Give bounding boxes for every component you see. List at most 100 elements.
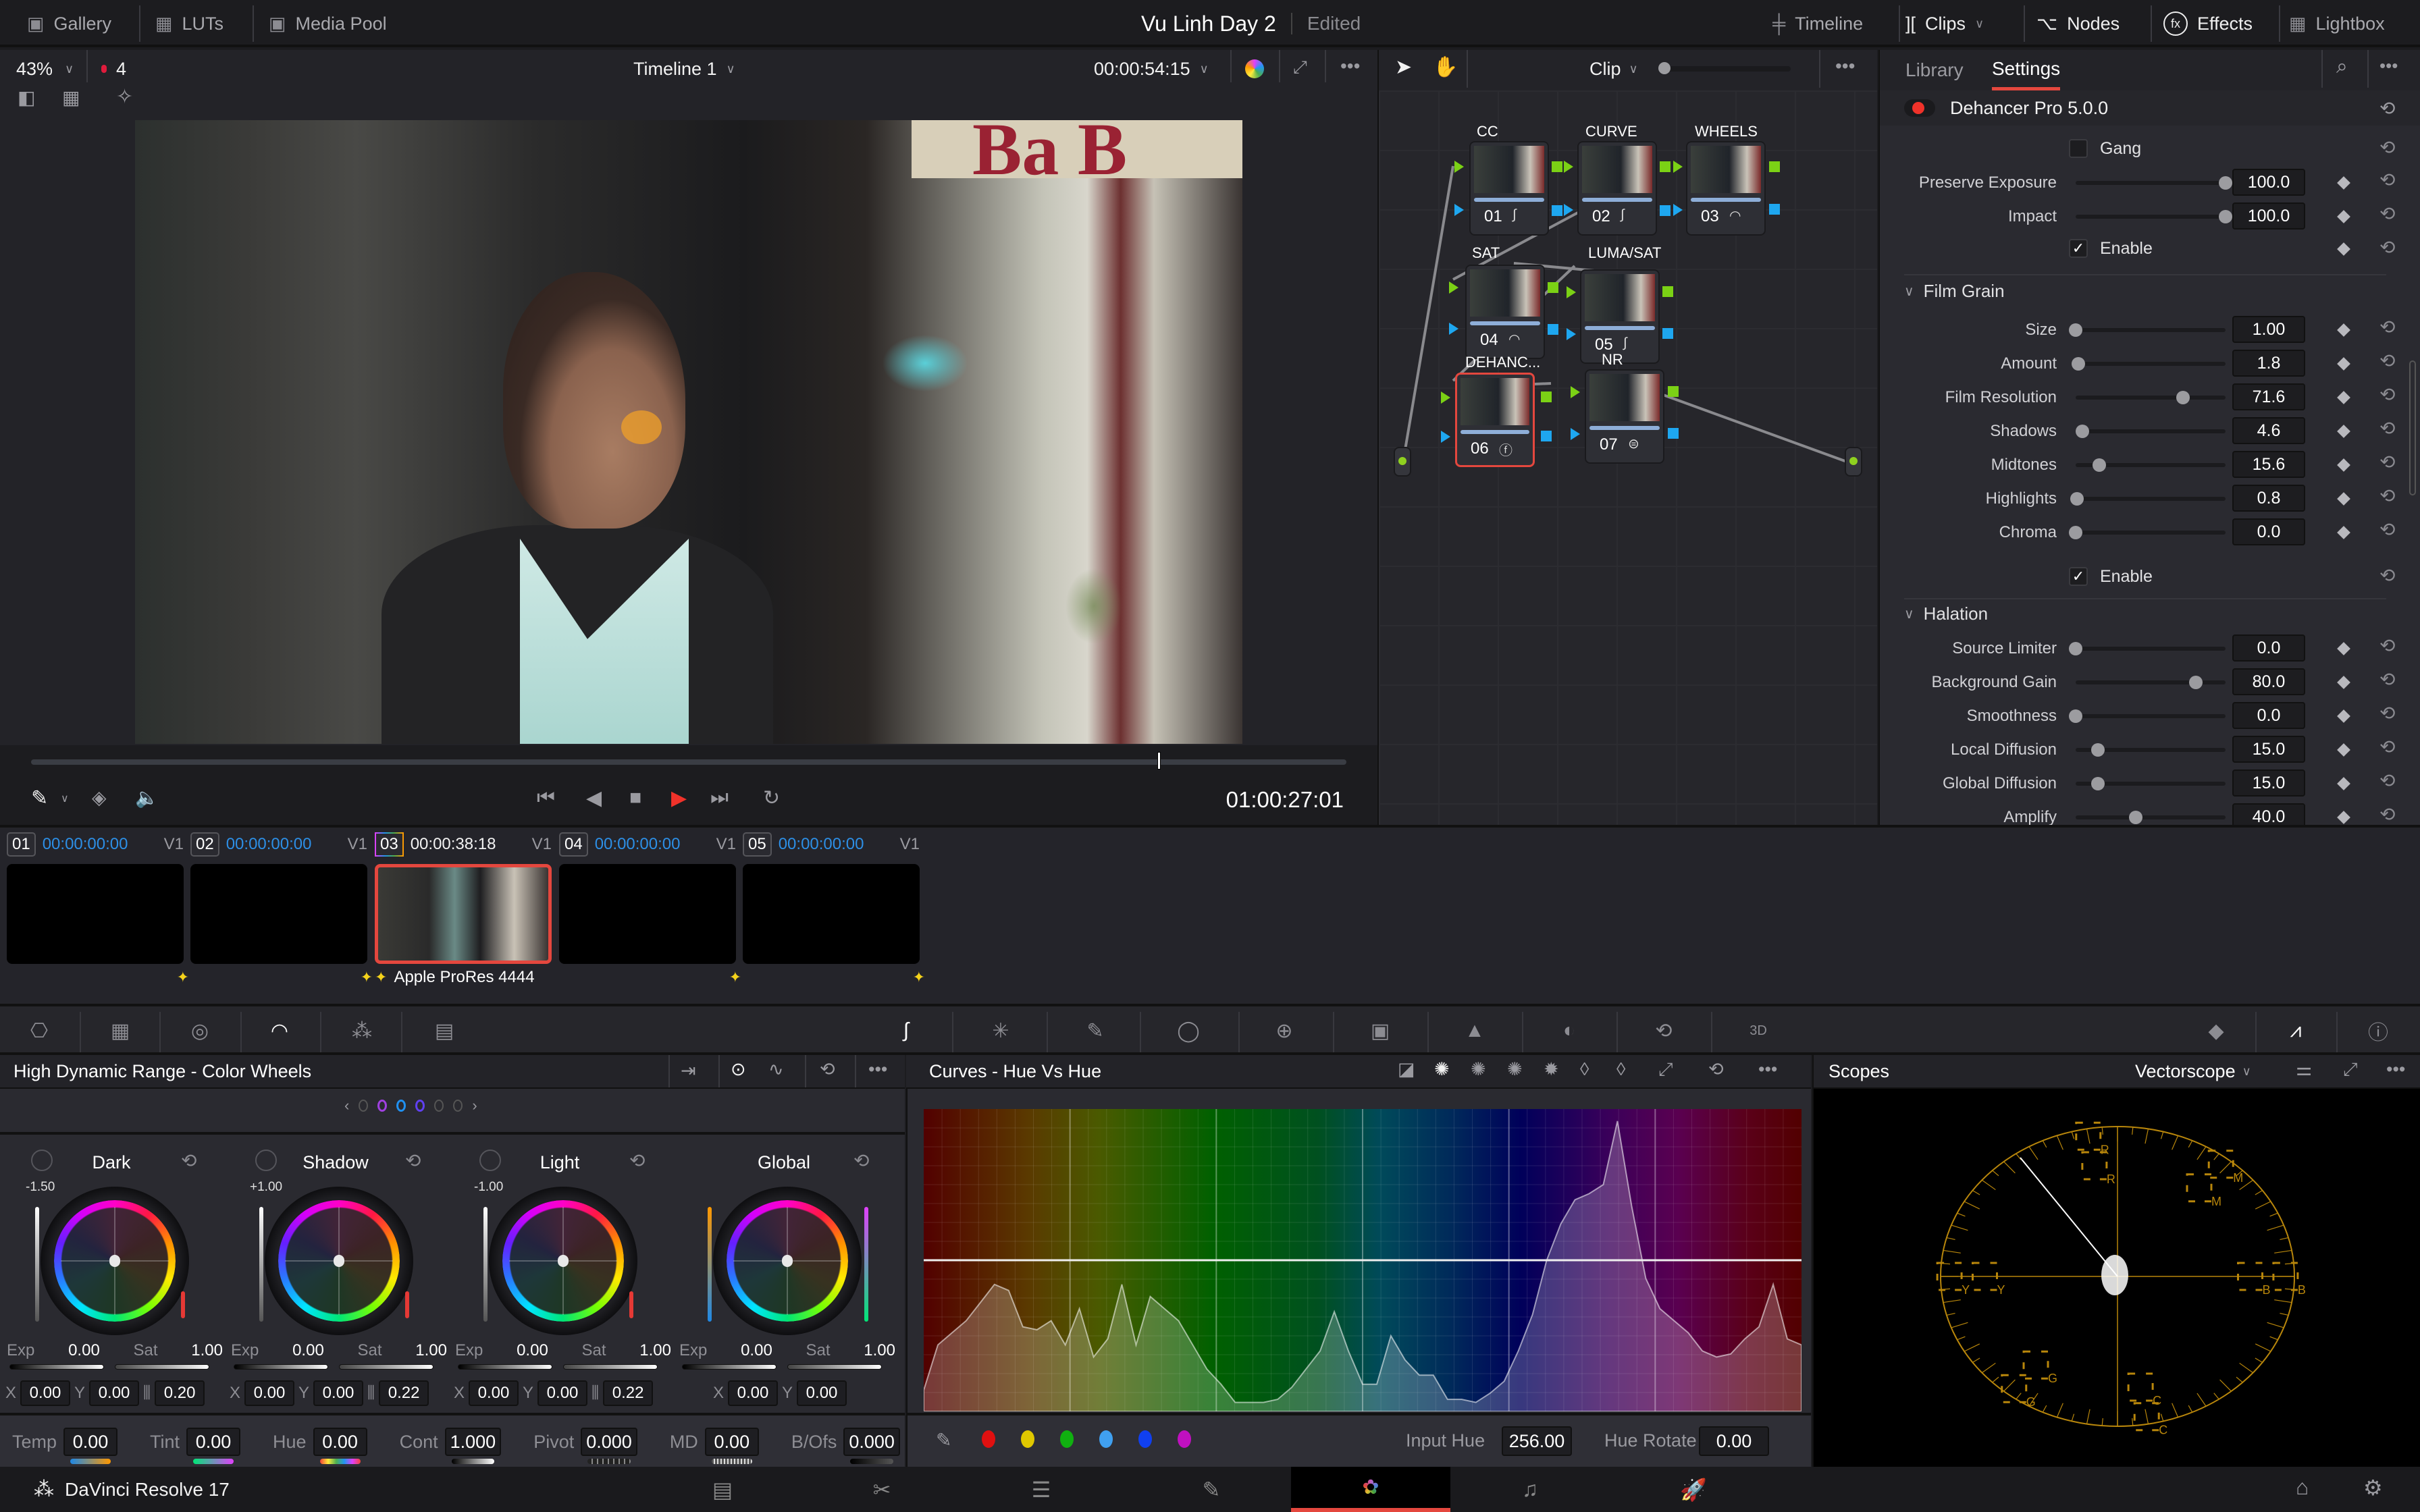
footer-slider[interactable] xyxy=(193,1459,234,1464)
page-cut[interactable]: ✂ xyxy=(802,1467,962,1512)
exp-value[interactable]: 0.00 xyxy=(517,1341,548,1360)
home-icon[interactable]: ⌂ xyxy=(2296,1475,2309,1500)
keyframe-icon[interactable] xyxy=(2337,357,2350,371)
param-slider[interactable] xyxy=(2076,743,2226,757)
rgb-input-pin[interactable] xyxy=(1673,161,1683,173)
zone-slider[interactable] xyxy=(259,1207,263,1322)
exp-slider[interactable] xyxy=(458,1364,552,1370)
more-options-icon[interactable]: ••• xyxy=(2386,1059,2405,1080)
slider-knob[interactable] xyxy=(2091,777,2105,790)
eyedropper-icon[interactable]: ✎ xyxy=(936,1429,951,1451)
keyframe-icon[interactable] xyxy=(2337,425,2350,438)
param-slider[interactable] xyxy=(2076,777,2226,790)
hue-swatch[interactable] xyxy=(982,1430,995,1448)
page-edit[interactable]: ☰ xyxy=(962,1467,1121,1512)
qualifier-icon[interactable]: ✎ xyxy=(1078,1013,1113,1048)
node-07[interactable]: 07 ⊜ xyxy=(1585,369,1664,464)
scrollbar[interactable] xyxy=(2409,360,2416,495)
reset-icon[interactable]: ⟲ xyxy=(2379,236,2395,259)
param-slider[interactable] xyxy=(2076,811,2226,824)
sat-slider[interactable] xyxy=(339,1364,433,1370)
slider-knob[interactable] xyxy=(2072,357,2086,371)
plugin-enable-toggle[interactable] xyxy=(1904,99,1935,117)
clip-item-selected[interactable]: 03 00:00:38:18 V1 ✦ Apple ProRes 4444 xyxy=(375,828,557,991)
clips-toggle[interactable]: ][ Clips ∨ xyxy=(1905,0,1984,47)
param-value-field[interactable]: 15.0 xyxy=(2232,736,2305,763)
param-value-field[interactable]: 0.0 xyxy=(2232,518,2305,545)
motion-effects-icon[interactable]: ▤ xyxy=(427,1013,462,1048)
reset-icon[interactable]: ⟲ xyxy=(2379,350,2395,372)
slider-knob[interactable] xyxy=(2076,425,2090,438)
key-input-pin[interactable] xyxy=(1571,428,1580,440)
chevron-right-icon[interactable]: › xyxy=(472,1097,477,1114)
footer-slider[interactable] xyxy=(587,1459,631,1464)
halation-section[interactable]: ∨ Halation xyxy=(1904,603,1988,624)
param-value-field[interactable]: 4.6 xyxy=(2232,417,2305,444)
reset-icon[interactable]: ⟲ xyxy=(2379,485,2395,507)
footer-value-field[interactable]: 0.00 xyxy=(704,1428,759,1464)
wheel-puck[interactable] xyxy=(558,1255,569,1267)
keyframe-icon[interactable] xyxy=(2337,811,2350,824)
clip-item[interactable]: 02 00:00:00:00 V1 ✦ xyxy=(190,828,373,991)
lum-vs-sat-icon[interactable]: ✹ xyxy=(1544,1059,1559,1080)
chevron-down-icon[interactable]: ∨ xyxy=(61,792,69,805)
slider-knob[interactable] xyxy=(2091,743,2105,757)
effects-toggle[interactable]: fx Effects xyxy=(2163,0,2253,47)
footer-slider[interactable] xyxy=(711,1459,752,1464)
hue-vs-hue-graph[interactable] xyxy=(924,1109,1801,1411)
timeline-toggle[interactable]: ╪ Timeline xyxy=(1772,0,1863,47)
zone-dot-active[interactable] xyxy=(377,1100,388,1112)
sat-value[interactable]: 1.00 xyxy=(639,1341,671,1360)
footer-slider[interactable] xyxy=(319,1459,361,1464)
param-value-field[interactable]: 15.0 xyxy=(2232,770,2305,796)
zone-slider[interactable] xyxy=(483,1207,488,1322)
footer-slider[interactable] xyxy=(70,1459,111,1464)
hue-vs-hue-icon[interactable]: ✺ xyxy=(1434,1059,1450,1080)
slider-knob[interactable] xyxy=(2069,709,2082,723)
gear-icon[interactable]: ⚙ xyxy=(2363,1475,2383,1501)
reset-icon[interactable]: ⟲ xyxy=(629,1150,645,1172)
reset-icon[interactable]: ⟲ xyxy=(2379,417,2395,439)
key-output-pin[interactable] xyxy=(1552,205,1562,216)
slider-knob[interactable] xyxy=(2176,391,2190,404)
viewer[interactable]: Ba B xyxy=(0,117,1377,745)
key-output-pin[interactable] xyxy=(1769,204,1780,215)
sat-slider[interactable] xyxy=(115,1364,209,1370)
keyframe-icon[interactable] xyxy=(2337,526,2350,539)
rgb-output-pin[interactable] xyxy=(1548,282,1558,293)
more-options-icon[interactable]: ••• xyxy=(1340,55,1360,77)
tab-settings[interactable]: Settings xyxy=(1992,50,2061,90)
sat-vs-sat-icon[interactable]: ◊ xyxy=(1580,1059,1589,1080)
clip-item[interactable]: 01 00:00:00:00 V1 ✦ xyxy=(7,828,189,991)
keyframe-icon[interactable] xyxy=(2337,777,2350,790)
split-view-icon[interactable]: ◧ xyxy=(18,86,35,109)
hue-rotate-field[interactable]: 0.00 xyxy=(1699,1426,1769,1456)
magic-mask-icon[interactable]: ▣ xyxy=(1363,1013,1398,1048)
sat-value[interactable]: 1.00 xyxy=(864,1341,895,1360)
hand-tool-icon[interactable]: ✋ xyxy=(1433,55,1458,79)
keyframe-icon[interactable] xyxy=(2337,642,2350,655)
input-hue-field[interactable]: 256.00 xyxy=(1502,1426,1572,1456)
gallery-button[interactable]: ▣ Gallery xyxy=(27,0,111,47)
param-slider[interactable] xyxy=(2076,210,2232,223)
slider-knob[interactable] xyxy=(2070,492,2084,506)
expand-panel-icon[interactable]: ⇥ xyxy=(681,1060,696,1081)
x-field[interactable]: 0.00 xyxy=(20,1380,71,1406)
param-slider[interactable] xyxy=(2070,492,2226,506)
param-value-field[interactable]: 1.00 xyxy=(2232,316,2305,343)
audio-icon[interactable]: 🔈 xyxy=(135,786,159,809)
window-icon[interactable]: ◯ xyxy=(1171,1013,1206,1048)
falloff-field[interactable]: 0.22 xyxy=(603,1380,654,1406)
key-output-pin[interactable] xyxy=(1548,324,1558,335)
tracker-icon[interactable]: ⊕ xyxy=(1267,1013,1302,1048)
scope-settings-icon[interactable]: ⚌ xyxy=(2296,1059,2312,1080)
falloff-field[interactable]: 0.20 xyxy=(155,1380,205,1406)
key-icon[interactable]: ◐ xyxy=(1552,1013,1587,1048)
3d-icon[interactable]: 3D xyxy=(1741,1013,1776,1048)
reset-icon[interactable]: ⟲ xyxy=(2379,770,2395,792)
tint-arc[interactable] xyxy=(864,1207,868,1322)
zone-dot[interactable] xyxy=(359,1100,369,1112)
key-output-pin[interactable] xyxy=(1662,328,1673,339)
param-value-field[interactable]: 0.0 xyxy=(2232,634,2305,662)
custom-curve-icon[interactable]: ◪ xyxy=(1398,1059,1415,1080)
